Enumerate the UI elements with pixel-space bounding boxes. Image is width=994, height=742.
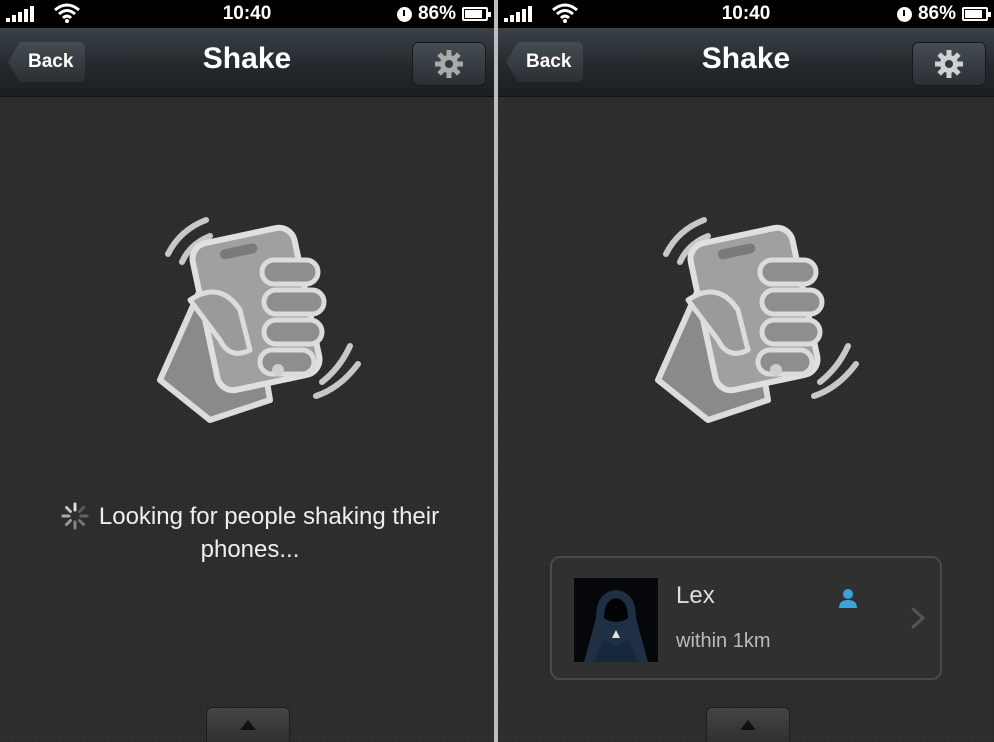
screen-searching: 10:40 86% Back Shake Looking for people … — [0, 0, 494, 742]
status-bar: 10:40 86% — [0, 0, 494, 28]
battery-percent: 86% — [417, 3, 456, 24]
searching-text: Looking for people shaking their phones.… — [98, 503, 440, 563]
drawer-tab[interactable] — [206, 707, 290, 742]
shake-hand-icon — [655, 217, 859, 423]
settings-button[interactable] — [912, 42, 986, 86]
nav-bar: Back Shake — [0, 28, 494, 97]
triangle-up-icon — [240, 720, 256, 730]
alarm-icon — [896, 6, 912, 22]
screen-result: 10:40 86% Back Shake Lex within 1km — [498, 0, 994, 742]
nav-bar: Back Shake — [498, 28, 994, 97]
result-name: Lex — [676, 582, 715, 609]
drawer-tab[interactable] — [706, 707, 790, 742]
alarm-icon — [396, 6, 412, 22]
battery-percent: 86% — [917, 3, 956, 24]
battery-icon — [962, 7, 991, 21]
result-distance: within 1km — [676, 630, 771, 652]
avatar — [574, 578, 658, 662]
searching-status: Looking for people shaking their phones.… — [30, 500, 470, 566]
status-right: 86% — [896, 3, 991, 25]
hooded-figure-image — [574, 578, 658, 662]
gear-icon — [935, 50, 963, 78]
shake-hand-icon — [157, 217, 361, 423]
battery-icon — [462, 7, 491, 21]
chevron-right-icon — [911, 607, 926, 629]
gear-icon — [435, 50, 463, 78]
person-icon — [839, 589, 857, 608]
triangle-up-icon — [740, 720, 756, 730]
status-bar: 10:40 86% — [498, 0, 994, 28]
spinner-icon — [61, 502, 89, 530]
result-card[interactable]: Lex within 1km — [550, 556, 942, 680]
settings-button[interactable] — [412, 42, 486, 86]
status-right: 86% — [396, 3, 491, 25]
